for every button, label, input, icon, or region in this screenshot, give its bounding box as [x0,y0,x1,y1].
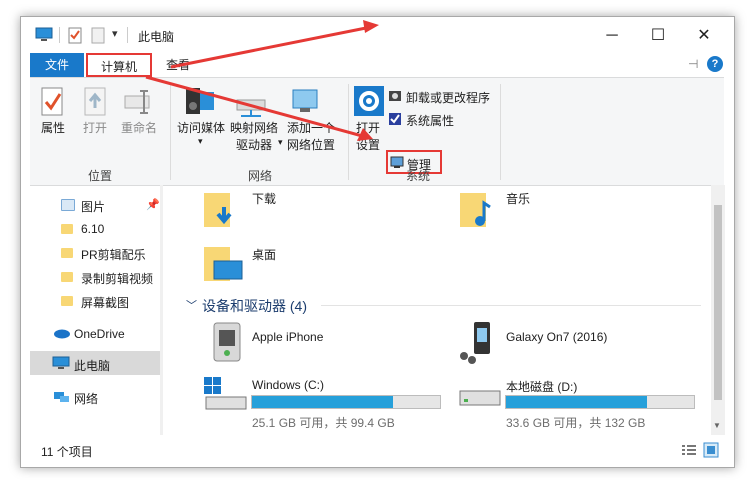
pin-icon[interactable]: 📌 [146,198,160,211]
scroll-down-icon[interactable]: ▼ [713,421,721,430]
large-icons-view-icon[interactable] [703,442,719,458]
drive-d-usage-bar [505,395,695,409]
scrollbar-thumb[interactable] [714,205,722,400]
details-view-icon[interactable] [681,443,697,457]
sidebar-item-screenshots[interactable]: 屏幕截图 [81,294,129,311]
drive-d-name[interactable]: 本地磁盘 (D:) [506,378,577,395]
this-pc-icon [52,356,70,369]
item-count: 11 个项目 [41,445,93,459]
device-apple-iphone[interactable]: Apple iPhone [252,330,323,344]
folder-icon [61,248,73,258]
pictures-icon [61,199,75,211]
drive-c-free-space: 25.1 GB 可用，共 99.4 GB [252,416,395,430]
folder-music[interactable]: 音乐 [506,190,530,207]
sidebar-item-pictures[interactable]: 图片 [81,198,105,215]
local-disk-icon [459,390,501,406]
iphone-device-icon [213,322,241,362]
drive-d-usage-fill [506,396,647,408]
network-icon [54,392,69,402]
explorer-window: ▾ 此电脑 ─ ☐ ✕ 文件 计算机 查看 ⊣ ? 属性 打开 重命名 位置 [20,16,735,468]
folder-icon [61,272,73,282]
status-bar: 11 个项目 [21,435,734,467]
drive-d-free-space: 33.6 GB 可用，共 132 GB [506,416,646,430]
folder-icon [61,296,73,306]
sidebar-item-network[interactable]: 网络 [74,390,98,407]
sidebar-scrollbar[interactable] [160,185,163,435]
desktop-folder-icon [204,247,243,281]
windows-drive-icon [204,377,247,410]
header-divider [321,305,701,306]
collapse-chevron-icon[interactable]: ﹀ [186,297,197,313]
folder-downloads[interactable]: 下载 [252,190,276,207]
drive-c-usage-fill [252,396,393,408]
sidebar-item-onedrive[interactable]: OneDrive [74,327,125,341]
devices-header[interactable]: 设备和驱动器 (4) [202,296,307,316]
drive-c-usage-bar [251,395,441,409]
music-folder-icon [460,193,491,227]
onedrive-icon [54,329,70,339]
device-galaxy-on7[interactable]: Galaxy On7 (2016) [506,330,607,344]
content-pane: 下载 音乐 桌面 ﹀ 设备和驱动器 (4) Apple iPhone Galax… [166,185,711,435]
drive-c-name[interactable]: Windows (C:) [252,378,324,392]
content-scrollbar[interactable]: ▼ [711,185,725,435]
navigation-pane: 图片 📌 6.10 PR剪辑配乐 录制剪辑视频 屏幕截图 OneDrive 此电… [30,185,160,435]
downloads-folder-icon [204,193,232,227]
sidebar-item-recordings[interactable]: 录制剪辑视频 [81,270,153,287]
galaxy-device-icon [460,322,490,364]
sidebar-item-6-10[interactable]: 6.10 [81,222,104,236]
sidebar-item-this-pc[interactable]: 此电脑 [74,357,110,374]
sidebar-item-pr[interactable]: PR剪辑配乐 [81,246,146,263]
folder-desktop[interactable]: 桌面 [252,246,276,263]
folder-icon [61,224,73,234]
